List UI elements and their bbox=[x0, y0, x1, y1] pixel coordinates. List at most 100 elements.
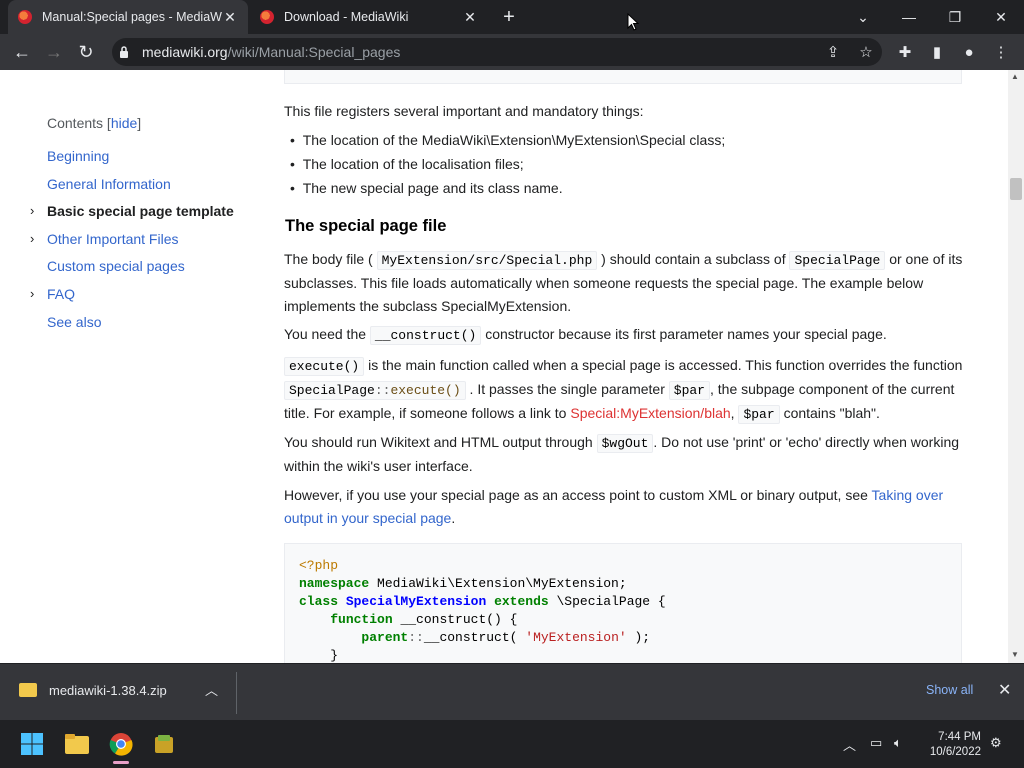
url-text[interactable]: mediawiki.org/wiki/Manual:Special_pages bbox=[142, 38, 400, 66]
text: implements the subclass SpecialMyExtensi… bbox=[284, 298, 572, 314]
file-explorer-icon[interactable] bbox=[61, 728, 93, 760]
show-all-button[interactable]: Show all bbox=[926, 683, 973, 697]
code-fn: execute() bbox=[390, 383, 461, 398]
network-icon[interactable]: ▭ bbox=[870, 735, 882, 751]
download-filename[interactable]: mediawiki-1.38.4.zip bbox=[49, 683, 167, 698]
bullet-text: The new special page and its class name. bbox=[302, 180, 563, 196]
bookmark-star-icon[interactable]: ☆ bbox=[851, 34, 881, 70]
profile-avatar-icon[interactable]: ● bbox=[954, 34, 984, 70]
inline-code: $wgOut bbox=[596, 434, 654, 453]
toc-heading: Contents [hide] bbox=[47, 115, 142, 131]
code-line: function __construct() { bbox=[299, 612, 517, 627]
code-op: :: bbox=[374, 383, 391, 398]
extensions-puzzle-icon[interactable]: ✚ bbox=[890, 34, 920, 70]
tab-manual-special-pages[interactable]: Manual:Special pages - MediaWiki ✕ bbox=[8, 0, 248, 34]
text: . bbox=[451, 510, 456, 526]
inline-code: execute() bbox=[284, 357, 365, 376]
toc-item-general-information[interactable]: General Information bbox=[47, 176, 171, 192]
paragraph-execute: execute() is the main function called wh… bbox=[284, 357, 963, 424]
reload-icon[interactable]: ↻ bbox=[70, 34, 102, 70]
restore-icon[interactable]: ❐ bbox=[932, 0, 978, 34]
text: title. For example, if someone follows a… bbox=[284, 405, 567, 421]
list-item: • The new special page and its class nam… bbox=[290, 180, 563, 196]
text: You should run Wikitext and HTML output … bbox=[284, 434, 593, 450]
code-line: <?php bbox=[299, 558, 339, 573]
scroll-up-icon[interactable]: ▲ bbox=[1011, 72, 1019, 81]
close-tab-icon[interactable]: ✕ bbox=[462, 9, 478, 26]
code-keyword: function bbox=[330, 612, 393, 627]
code-string: 'MyExtension' bbox=[525, 630, 627, 645]
bullet-list: • The location of the MediaWiki\Extensio… bbox=[290, 129, 970, 200]
notifications-icon[interactable]: ⚙ bbox=[990, 735, 1002, 751]
text: , the subpage component of the current bbox=[709, 381, 955, 397]
tab-search-icon[interactable]: ⌄ bbox=[840, 0, 886, 34]
chevron-right-icon[interactable]: › bbox=[30, 231, 34, 246]
volume-icon[interactable]: 🔈︎ bbox=[894, 735, 902, 751]
chrome-icon[interactable] bbox=[105, 728, 137, 760]
code-op: :: bbox=[408, 630, 424, 645]
toc-hide-link[interactable]: hide bbox=[111, 115, 137, 131]
chevron-right-icon[interactable]: › bbox=[30, 286, 34, 301]
inline-code: SpecialPage::execute() bbox=[284, 381, 466, 400]
code-text: MediaWiki\Extension\MyExtension; bbox=[369, 576, 627, 591]
archive-app-icon[interactable] bbox=[148, 728, 180, 760]
code-class: SpecialPage bbox=[289, 383, 375, 398]
code-text: } bbox=[330, 648, 339, 663]
special-page-link[interactable]: Special:MyExtension/blah bbox=[570, 405, 730, 421]
lock-icon[interactable] bbox=[119, 45, 129, 59]
intro-paragraph: This file registers several important an… bbox=[284, 103, 644, 119]
tab-download[interactable]: Download - MediaWiki ✕ bbox=[250, 0, 488, 34]
taking-over-output-link[interactable]: output in your special page bbox=[284, 510, 451, 526]
text: subclasses. This file loads automaticall… bbox=[284, 275, 924, 291]
chevron-up-icon[interactable]: ︿ bbox=[843, 735, 856, 754]
text: contains "blah". bbox=[783, 405, 880, 421]
paragraph-xml-output: However, if you use your special page as… bbox=[284, 484, 964, 530]
toc-item-basic-special-page-template[interactable]: Basic special page template bbox=[47, 203, 234, 219]
close-download-bar-icon[interactable]: ✕ bbox=[998, 680, 1011, 700]
menu-kebab-icon[interactable]: ⋮ bbox=[986, 34, 1016, 70]
toc-item-beginning[interactable]: Beginning bbox=[47, 148, 109, 164]
text: constructor because its first parameter … bbox=[485, 326, 887, 342]
windows-start-icon[interactable] bbox=[16, 728, 48, 760]
toc-item-see-also[interactable]: See also bbox=[47, 314, 101, 330]
code-keyword: namespace bbox=[299, 576, 370, 591]
page-scrollbar[interactable] bbox=[1008, 70, 1024, 663]
toc-item-faq[interactable]: FAQ bbox=[47, 286, 75, 302]
close-tab-icon[interactable]: ✕ bbox=[222, 9, 238, 26]
minimize-icon[interactable]: — bbox=[886, 0, 932, 34]
inline-code: $par bbox=[738, 405, 780, 424]
bullet-text: The location of the localisation files; bbox=[302, 156, 524, 172]
paragraph-wgout: You should run Wikitext and HTML output … bbox=[284, 431, 964, 478]
previous-code-block-end bbox=[284, 70, 962, 84]
chevron-up-icon[interactable]: ︿ bbox=[205, 680, 218, 699]
scroll-down-icon[interactable]: ▼ bbox=[1011, 650, 1019, 659]
chevron-right-icon[interactable]: › bbox=[30, 203, 34, 218]
text: ) should contain a subclass of bbox=[601, 251, 786, 267]
toc-item-custom-special-pages[interactable]: Custom special pages bbox=[47, 258, 185, 274]
text: within the wiki's user interface. bbox=[284, 458, 473, 474]
scrollbar-thumb[interactable] bbox=[1010, 178, 1022, 200]
active-app-indicator bbox=[113, 761, 129, 764]
close-window-icon[interactable]: ✕ bbox=[978, 0, 1024, 34]
bullet-text: The location of the MediaWiki\Extension\… bbox=[302, 132, 726, 148]
code-line: namespace MediaWiki\Extension\MyExtensio… bbox=[299, 576, 627, 591]
new-tab-button[interactable]: + bbox=[496, 0, 522, 34]
share-icon[interactable]: ⇪ bbox=[818, 34, 848, 70]
toc-item-other-important-files[interactable]: Other Important Files bbox=[47, 231, 179, 247]
mediawiki-favicon-icon bbox=[260, 10, 274, 24]
side-panel-icon[interactable]: ▮ bbox=[922, 34, 952, 70]
tab-title: Download - MediaWiki bbox=[284, 10, 409, 24]
code-line: } bbox=[299, 648, 338, 663]
system-clock[interactable]: 7:44 PM 10/6/2022 bbox=[921, 730, 981, 760]
forward-icon[interactable]: → bbox=[38, 34, 70, 70]
clock-date: 10/6/2022 bbox=[929, 746, 981, 758]
taking-over-output-link[interactable]: Taking over bbox=[872, 487, 944, 503]
code-text: __construct( bbox=[423, 630, 526, 645]
text: You need the bbox=[284, 326, 367, 342]
url-domain: mediawiki.org bbox=[142, 44, 228, 60]
back-icon[interactable]: ← bbox=[6, 34, 38, 70]
text: The body file ( bbox=[284, 251, 373, 267]
inline-code: $par bbox=[668, 381, 710, 400]
zip-file-icon bbox=[19, 683, 37, 697]
code-keyword: parent bbox=[361, 630, 409, 645]
